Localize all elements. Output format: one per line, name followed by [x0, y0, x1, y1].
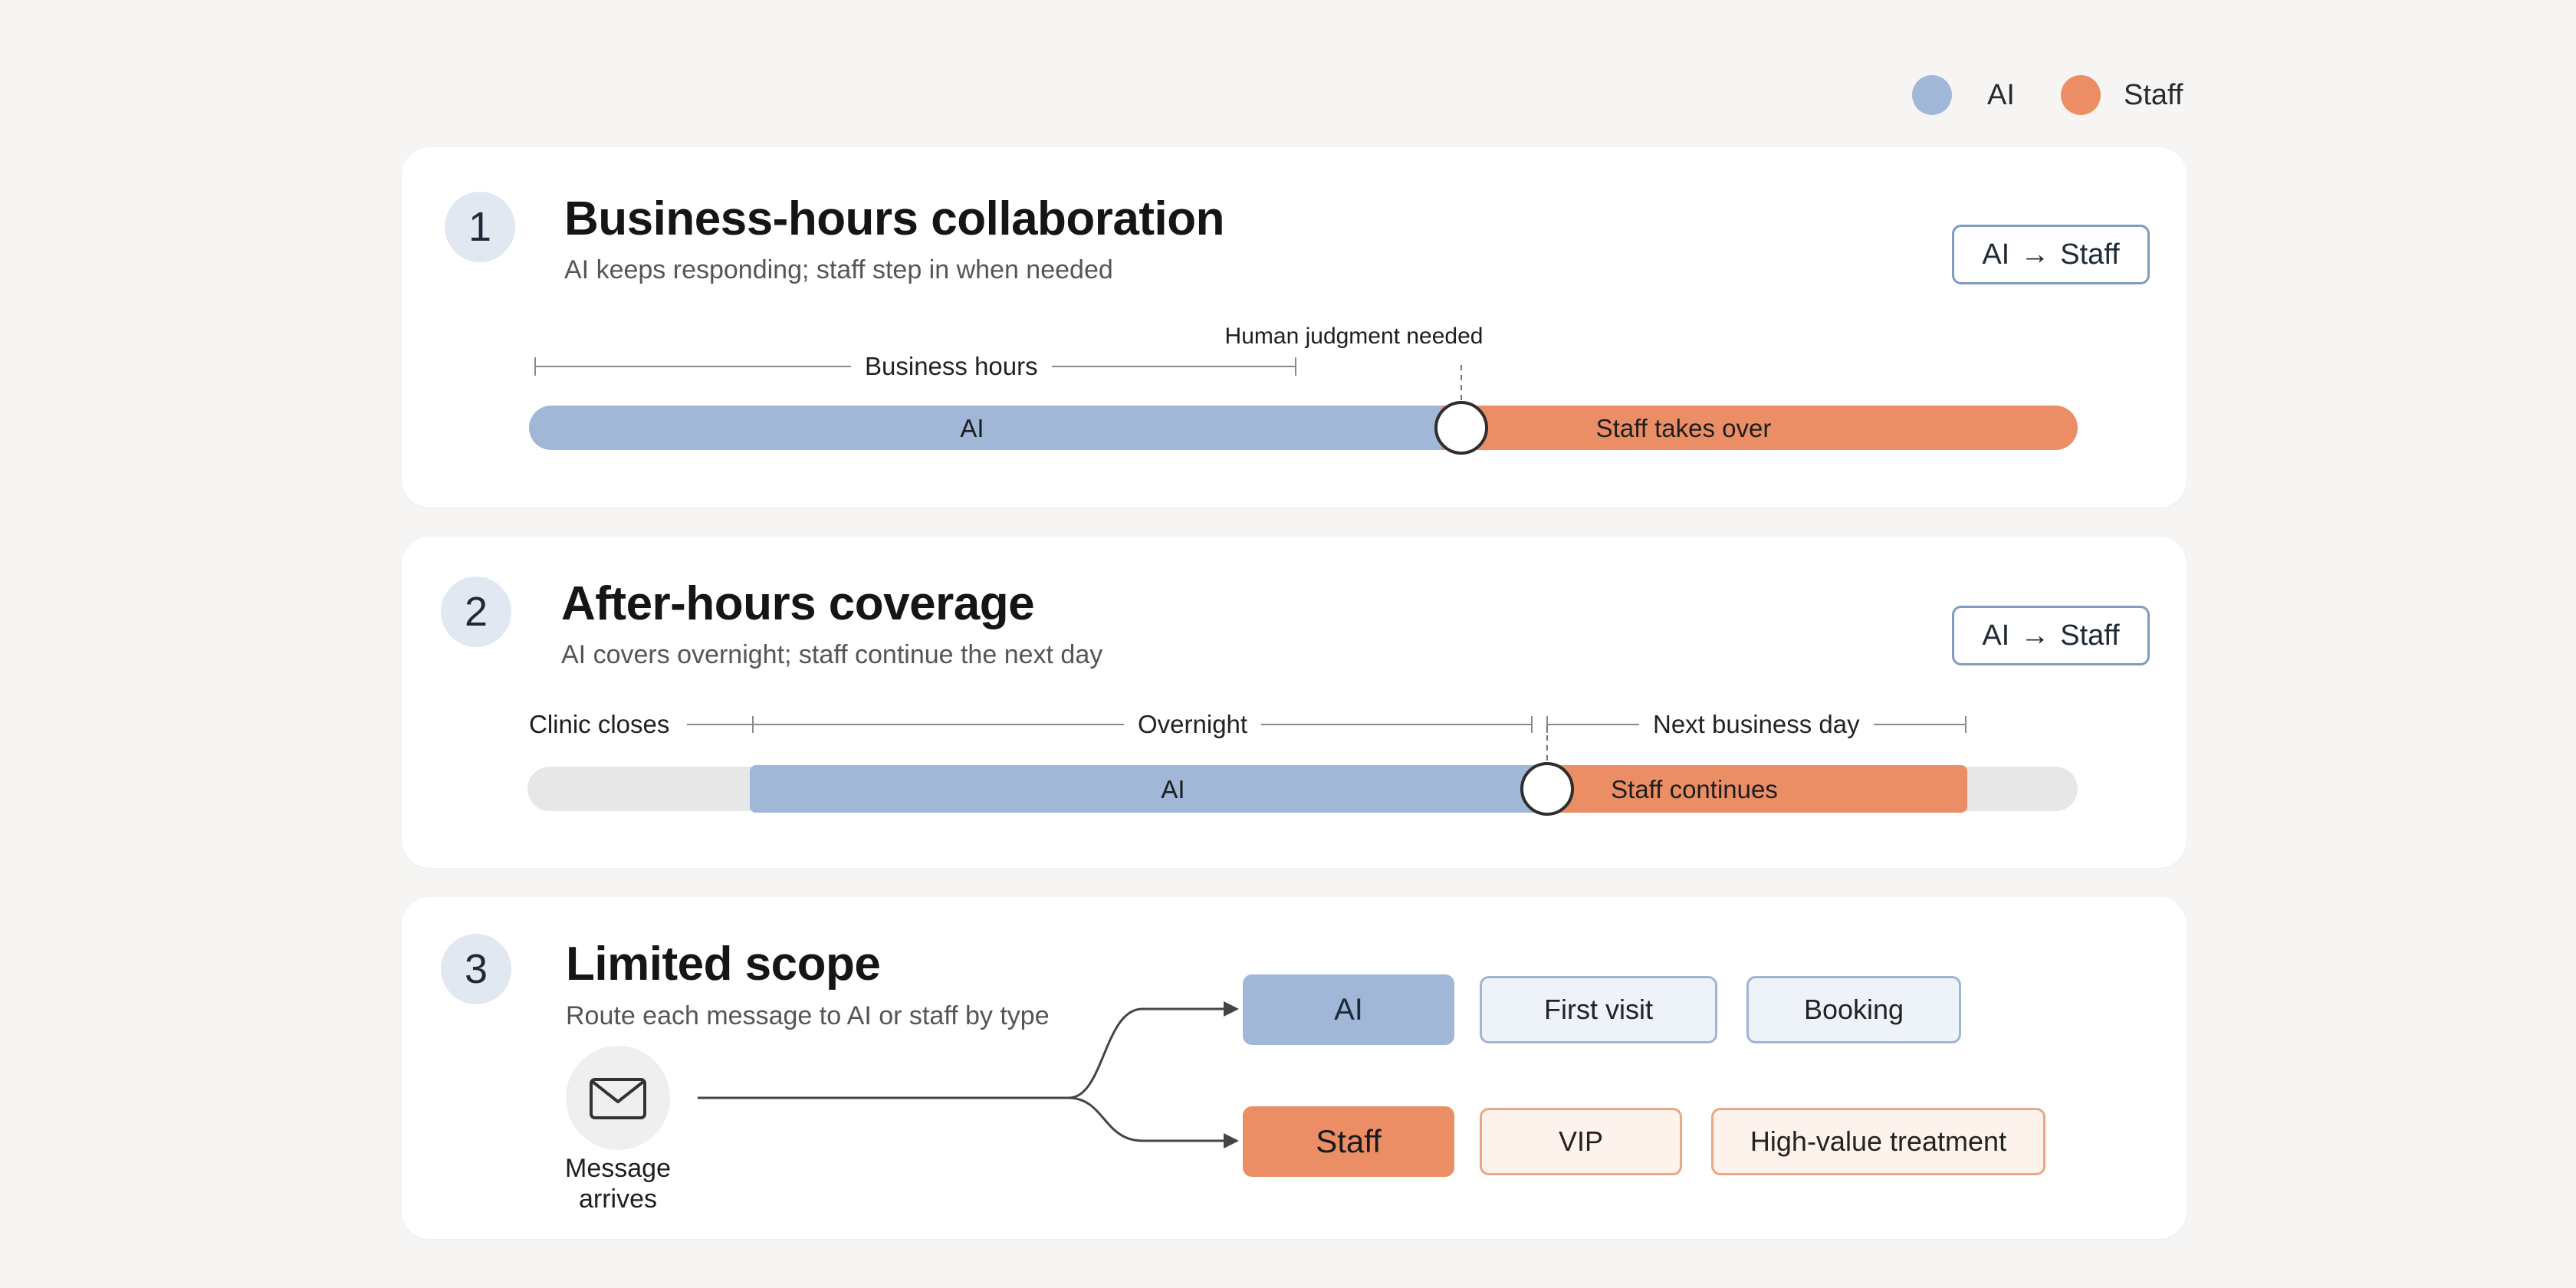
route-ai-tag: AI	[1243, 974, 1454, 1045]
route-staff-tag: Staff	[1243, 1106, 1454, 1177]
staff-item-vip: VIP	[1480, 1108, 1682, 1175]
message-arrives-label: Message arrives	[565, 1154, 671, 1214]
staff-item-high-value-treatment: High-value treatment	[1711, 1108, 2045, 1175]
ai-item-booking: Booking	[1746, 976, 1961, 1043]
ai-item-first-visit: First visit	[1480, 976, 1717, 1043]
card3-routing-graphics	[566, 1001, 1239, 1150]
